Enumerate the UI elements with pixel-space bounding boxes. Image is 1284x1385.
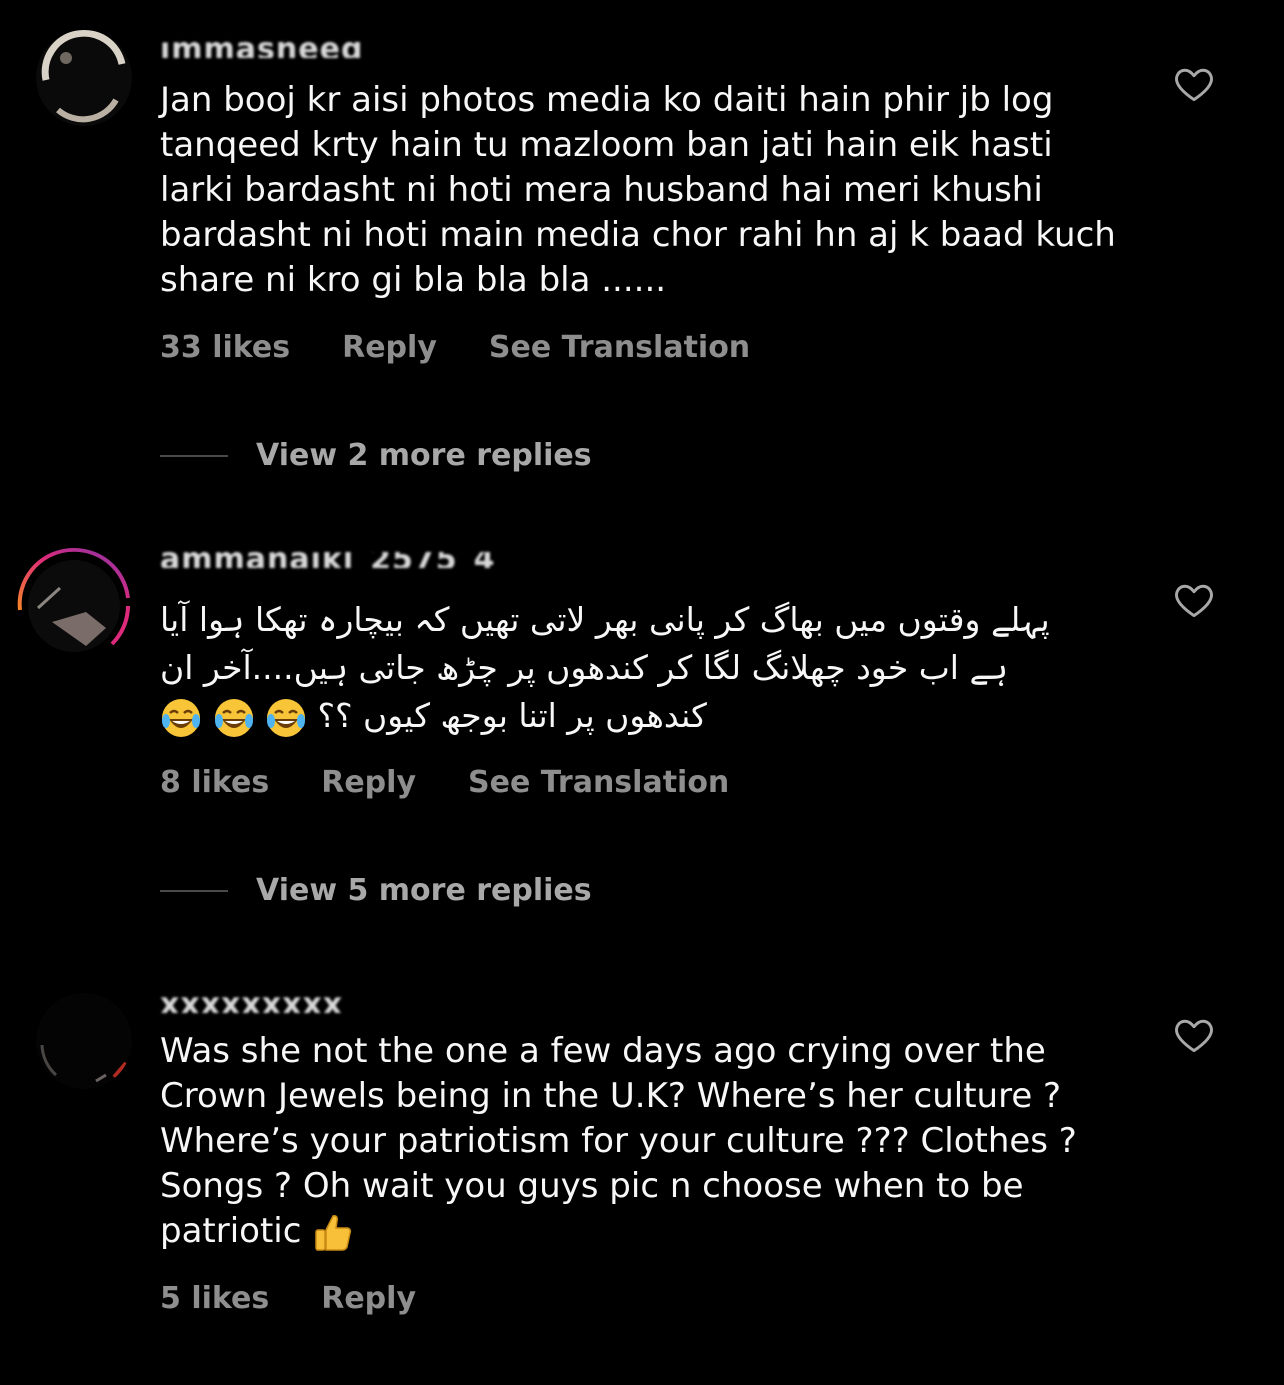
username[interactable]: ammanaikl_2575_4: [160, 552, 496, 568]
heart-outline-icon[interactable]: [1172, 578, 1216, 622]
comment-text: Jan booj kr aisi photos media ko daiti h…: [160, 80, 1116, 300]
likes-count[interactable]: 33 likes: [160, 330, 290, 365]
likes-count[interactable]: 5 likes: [160, 1281, 269, 1316]
see-translation-button[interactable]: See Translation: [489, 330, 750, 365]
heart-outline-icon[interactable]: [1172, 1013, 1216, 1057]
face-with-tears-of-joy-emoji: [265, 697, 307, 739]
comment-text: پہلے وقتوں میں بھاگ کر پانی بھر لاتی تھی…: [160, 596, 1090, 740]
avatar[interactable]: [36, 993, 132, 1089]
view-more-replies-label: View 2 more replies: [256, 438, 592, 473]
comment-actions: 8 likes Reply See Translation: [160, 765, 729, 800]
see-translation-button[interactable]: See Translation: [468, 765, 729, 800]
thumbs-up-emoji: [312, 1212, 354, 1254]
avatar[interactable]: [36, 30, 132, 126]
face-with-tears-of-joy-emoji: [160, 697, 202, 739]
avatar[interactable]: [16, 548, 132, 664]
comment-actions: 5 likes Reply: [160, 1281, 468, 1316]
comment-actions: 33 likes Reply See Translation: [160, 330, 750, 365]
reply-button[interactable]: Reply: [342, 330, 437, 365]
heart-outline-icon[interactable]: [1172, 62, 1216, 106]
view-more-replies-label: View 5 more replies: [256, 873, 592, 908]
replies-divider-line: [160, 454, 228, 457]
username[interactable]: immasheed: [160, 42, 363, 58]
comment-text-body: Was she not the one a few days ago cryin…: [160, 1031, 1077, 1251]
reply-button[interactable]: Reply: [321, 765, 416, 800]
reply-button[interactable]: Reply: [321, 1281, 416, 1316]
view-more-replies-button[interactable]: View 5 more replies: [160, 873, 592, 908]
view-more-replies-button[interactable]: View 2 more replies: [160, 438, 592, 473]
replies-divider-line: [160, 889, 228, 892]
comment-text: Was she not the one a few days ago cryin…: [160, 1029, 1120, 1254]
username[interactable]: xxxxxxxxx: [160, 997, 410, 1013]
likes-count[interactable]: 8 likes: [160, 765, 269, 800]
face-with-tears-of-joy-emoji: [213, 697, 255, 739]
